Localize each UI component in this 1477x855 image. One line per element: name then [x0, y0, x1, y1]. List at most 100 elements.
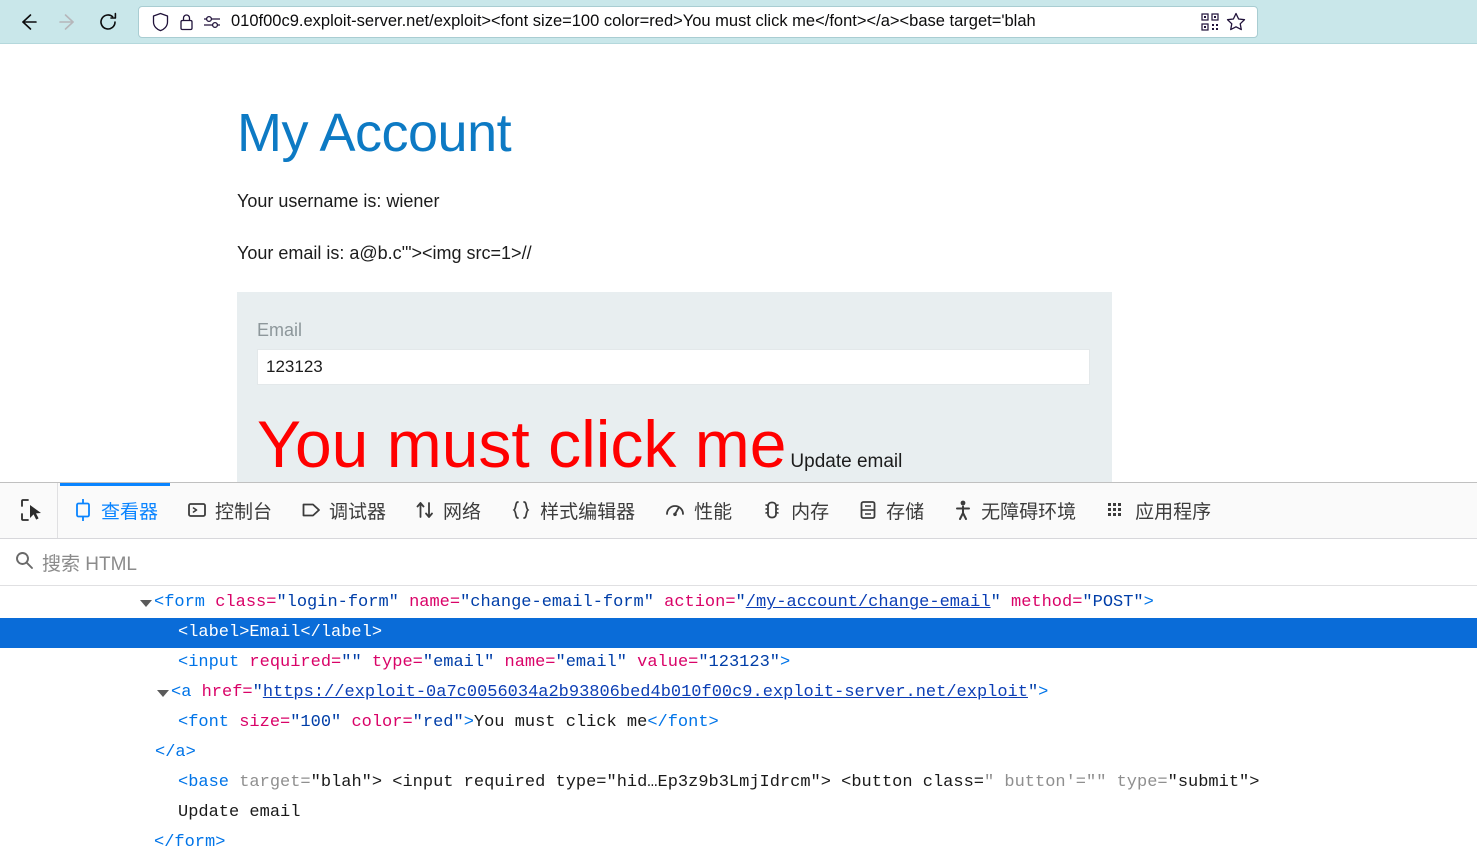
forward-button[interactable] [48, 5, 88, 39]
page-title: My Account [237, 103, 512, 163]
storage-icon [857, 498, 879, 522]
markup-line-anchor[interactable]: <a href= " https://exploit-0a7c0056034a2b9… [0, 678, 1477, 708]
font-inner-text: You must click me [473, 713, 648, 733]
tab-memory[interactable]: 内存 [746, 483, 843, 538]
input-val-required[interactable]: "" [341, 648, 361, 678]
permissions-icon[interactable] [199, 10, 225, 34]
markup-line-input[interactable]: <input required= "" type= "email" name= "em… [0, 648, 1477, 678]
tab-network-label: 网络 [443, 501, 482, 523]
markup-line-font[interactable]: <font size= "100" color= "red" > You must cl… [0, 708, 1477, 738]
email-input[interactable] [257, 349, 1090, 385]
tab-network[interactable]: 网络 [400, 483, 495, 538]
exploit-link[interactable]: You must click me [257, 411, 786, 477]
email-label: Email [257, 320, 303, 340]
element-picker-button[interactable] [6, 483, 58, 538]
tab-accessibility[interactable]: 无障碍环境 [938, 483, 1090, 538]
form-val-action[interactable]: /my-account/change-email [746, 588, 991, 618]
font-attr-color: color= [351, 713, 413, 733]
anchor-close-tag: </a> [155, 743, 196, 763]
font-val-color[interactable]: "red" [413, 708, 464, 738]
markup-line-form-close[interactable]: </form> [0, 828, 1477, 855]
reload-button[interactable] [88, 5, 128, 39]
search-icon [14, 550, 34, 575]
update-email-button[interactable]: Update email [790, 451, 902, 473]
base-val-target[interactable]: "blah" [311, 768, 372, 798]
form-val-method[interactable]: "POST" [1082, 588, 1143, 618]
input-attr-type: type= [371, 653, 423, 673]
font-attr-size: size= [239, 713, 291, 733]
twisty-icon[interactable] [138, 595, 154, 611]
tab-debugger-label: 调试器 [329, 501, 387, 523]
input-val-type[interactable]: "email" [423, 648, 494, 678]
form-attr-class: class= [215, 593, 277, 613]
reload-icon [100, 12, 117, 30]
devtools-panel: 查看器 控制台 调试器 网络 样式编辑器 性能 内存 存储 无障碍环境 应用程序… [0, 482, 1477, 855]
form-attr-method: method= [1011, 593, 1083, 613]
button-val-type[interactable]: "submit" [1168, 768, 1250, 798]
form-tag-open: <form [154, 593, 216, 613]
address-bar[interactable]: 010f00c9.exploit-server.net/exploit><fon… [138, 5, 1258, 38]
hidden-input-text: <input required type="hid…Ep3z9b3LmjIdrc… [392, 773, 842, 793]
tab-memory-label: 内存 [791, 501, 830, 523]
memory-icon [760, 498, 784, 522]
quote-close: " [990, 593, 1001, 613]
form-val-class[interactable]: "login-form" [276, 588, 398, 618]
font-tag: <font [178, 713, 240, 733]
quote-open: " [252, 683, 263, 703]
button-attr-class: class= [922, 773, 984, 793]
button-close: > [1249, 773, 1260, 793]
tab-console[interactable]: 控制台 [172, 483, 286, 538]
quote-open: " [735, 593, 746, 613]
tab-storage[interactable]: 存储 [843, 483, 938, 538]
label-line-text: <label>Email</label> [178, 623, 383, 643]
star-icon[interactable] [1223, 10, 1249, 34]
markup-line-base[interactable]: <base target= "blah" > <input required typ… [0, 768, 1477, 798]
base-attr-target: target= [239, 773, 311, 793]
network-icon [414, 498, 436, 522]
forward-arrow-icon [59, 13, 74, 30]
tab-style-editor[interactable]: 样式编辑器 [495, 483, 649, 538]
inspector-icon [72, 498, 94, 522]
tab-debugger[interactable]: 调试器 [286, 483, 400, 538]
input-val-value[interactable]: "123123" [698, 648, 780, 678]
tab-console-label: 控制台 [215, 501, 273, 523]
url-text[interactable]: 010f00c9.exploit-server.net/exploit><fon… [231, 12, 1197, 31]
debugger-icon [300, 498, 322, 522]
application-icon [1104, 498, 1128, 522]
performance-icon [663, 498, 687, 522]
tab-style-editor-label: 样式编辑器 [540, 501, 636, 523]
button-val-class[interactable]: " button'="" [984, 768, 1117, 798]
tab-performance[interactable]: 性能 [649, 483, 746, 538]
font-gt: > [463, 713, 474, 733]
markup-search-bar[interactable]: 搜索 HTML [0, 538, 1477, 587]
markup-line-label[interactable]: <label>Email</label> [0, 618, 1477, 649]
tab-accessibility-label: 无障碍环境 [981, 501, 1077, 523]
tab-application[interactable]: 应用程序 [1090, 483, 1225, 538]
markup-view: <form class= "login-form" name= "change-em… [0, 586, 1477, 855]
input-attr-required: required= [249, 653, 342, 673]
button-inner-text: Update email [178, 803, 301, 823]
tab-inspector[interactable]: 查看器 [58, 483, 172, 538]
quote-close: " [1027, 683, 1039, 703]
lock-icon[interactable] [173, 10, 199, 34]
shield-icon[interactable] [147, 10, 173, 34]
qr-code-icon[interactable] [1197, 10, 1223, 34]
email-line: Your email is: a@b.c'"><img src=1>// [237, 243, 532, 263]
input-val-name[interactable]: "email" [556, 648, 627, 678]
tab-performance-label: 性能 [694, 501, 733, 523]
form-val-name[interactable]: "change-email-form" [460, 588, 654, 618]
input-attr-name: name= [504, 653, 556, 673]
back-button[interactable] [8, 5, 48, 39]
twisty-icon[interactable] [155, 685, 171, 701]
tab-application-label: 应用程序 [1135, 501, 1212, 523]
form-open-close: > [1143, 593, 1154, 613]
anchor-href-value[interactable]: https://exploit-0a7c0056034a2b93806bed4b… [263, 678, 1028, 708]
font-val-size[interactable]: "100" [290, 708, 341, 738]
search-placeholder: 搜索 HTML [42, 553, 138, 575]
markup-line-form-open[interactable]: <form class= "login-form" name= "change-em… [0, 588, 1477, 618]
form-close-tag: </form> [154, 833, 226, 853]
markup-line-button-text[interactable]: Update email [0, 798, 1477, 828]
devtools-tabbar: 查看器 控制台 调试器 网络 样式编辑器 性能 内存 存储 无障碍环境 应用程序 [0, 483, 1477, 539]
base-gt: > [371, 773, 393, 793]
markup-line-anchor-close[interactable]: </a> [0, 738, 1477, 768]
